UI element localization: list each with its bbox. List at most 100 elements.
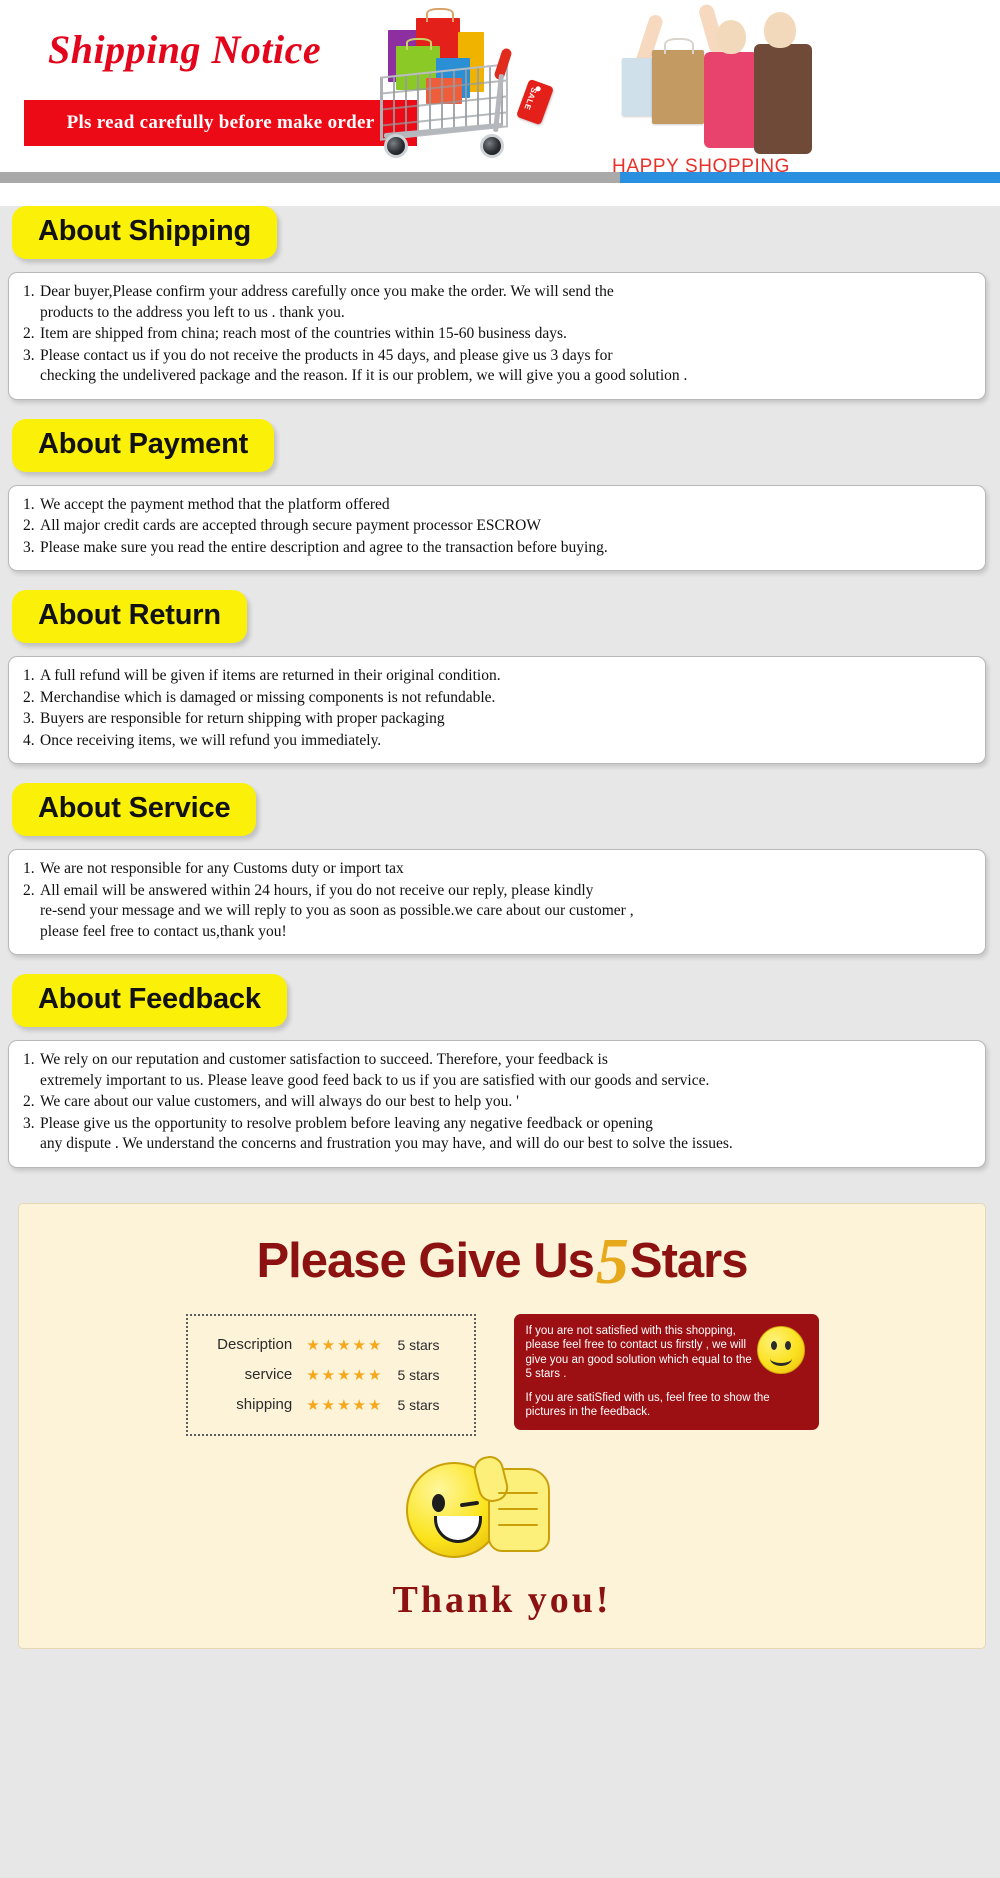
section-panel: 1. Dear buyer,Please confirm your address… [8, 272, 986, 400]
bag-handle-red [426, 8, 454, 22]
list-item: 2. All major credit cards are accepted th… [23, 516, 971, 537]
happy-shoppers-illustration [608, 0, 833, 172]
star-icons: ★★★★★ [306, 1366, 384, 1384]
face-mouth [434, 1515, 482, 1543]
list-item-number: 1. [23, 667, 35, 684]
section-about-service: About Service 1. We are not responsible fo… [0, 783, 1000, 974]
thumbs-up-smiley-illustration [392, 1452, 612, 1572]
rating-table: Description ★★★★★ 5 stars service ★★★★★ … [185, 1313, 476, 1436]
list-item: 2. All email will be answered within 24 h… [23, 881, 971, 943]
list-item-text: Please make sure you read the entire des… [40, 538, 608, 556]
list-item-number: 3. [23, 710, 35, 727]
smiley-face-icon [756, 1325, 805, 1374]
list-item-number: 2. [23, 325, 35, 342]
rating-row-shipping: shipping ★★★★★ 5 stars [200, 1390, 452, 1420]
list-item: 2. Item are shipped from china; reach mos… [23, 324, 971, 345]
page-header: Shipping Notice Pls read carefully befor… [0, 0, 1000, 206]
notice-banner: Pls read carefully before make order [24, 100, 417, 146]
list-item-number: 3. [23, 1114, 35, 1132]
cart-wheel-right [480, 134, 504, 158]
face-eye-open [432, 1493, 445, 1512]
list-item-number: 2. [23, 688, 35, 706]
paper-bag-handle [664, 38, 694, 54]
notice-banner-label: Pls read carefully before make order [66, 112, 375, 133]
rating-label: service [244, 1366, 293, 1383]
header-divider-gray [0, 172, 620, 183]
section-panel: 1. We rely on our reputation and customer… [8, 1040, 986, 1168]
list-item: 1. We are not responsible for any Customs… [23, 859, 971, 880]
headline-before: Please Give Us [256, 1233, 595, 1288]
list-item: 2. Merchandise which is damaged or missin… [23, 688, 971, 709]
cart-wheel-left [384, 134, 408, 158]
tip-text-satisfied: If you are satiSfied with us, feel free … [525, 1391, 770, 1419]
section-badge: About Payment [12, 418, 275, 472]
section-badge: About Return [12, 590, 247, 643]
headline-after: Stars [629, 1233, 749, 1288]
bag-handle-green [406, 38, 432, 50]
list-item: 3. Please give us the opportunity to reso… [23, 1114, 971, 1155]
section-badge: About Feedback [12, 974, 287, 1027]
tip-text-not-satisfied: If you are not satisfied with this shopp… [525, 1324, 752, 1381]
section-badge-label: About Service [38, 792, 231, 824]
list-item-text: Item are shipped from china; reach most … [40, 325, 567, 342]
list-item-number: 4. [23, 731, 35, 749]
headline-number-5: 5 [595, 1224, 629, 1298]
section-about-shipping: About Shipping 1. Dear buyer,Please confir… [0, 206, 1000, 419]
section-panel: 1. We accept the payment method that the … [8, 484, 986, 571]
list-item-number: 2. [23, 881, 35, 899]
thank-you-text: Thank you! [392, 1578, 612, 1621]
rating-label: shipping [236, 1396, 293, 1413]
list-item: 3. Please make sure you read the entire d… [23, 538, 971, 559]
rating-and-tip-row: Description ★★★★★ 5 stars service ★★★★★ … [19, 1313, 985, 1436]
section-badge-label: About Return [38, 599, 221, 631]
rating-label: Description [217, 1336, 293, 1353]
list-item-text: Merchandise which is damaged or missing … [40, 688, 496, 706]
header-divider-blue [620, 172, 1000, 183]
section-badge-label: About Feedback [38, 983, 261, 1015]
rating-value: 5 stars [397, 1336, 440, 1353]
list-item-number: 2. [23, 517, 35, 534]
list-item-number: 2. [23, 1093, 35, 1110]
list-item-text: We are not responsible for any Customs d… [40, 860, 404, 877]
rating-row-description: Description ★★★★★ 5 stars [200, 1330, 452, 1360]
list-item: 4. Once receiving items, we will refund y… [23, 731, 971, 752]
list-item-text: Once receiving items, we will refund you… [40, 731, 382, 749]
list-item-number: 1. [23, 860, 35, 877]
rating-value: 5 stars [397, 1366, 440, 1383]
list-item-number: 1. [23, 495, 35, 513]
list-item-text: Please contact us if you do not receive … [40, 346, 688, 385]
section-badge: About Service [12, 783, 257, 836]
shopper-head-left [716, 20, 746, 54]
list-item: 1. Dear buyer,Please confirm your address… [23, 282, 971, 323]
section-panel: 1. We are not responsible for any Customs… [8, 849, 986, 955]
list-item: 1. We accept the payment method that the … [23, 495, 971, 516]
list-item-text: We care about our value customers, and w… [40, 1093, 519, 1110]
section-panel: 1. A full refund will be given if items a… [8, 656, 986, 764]
section-badge-label: About Payment [38, 427, 249, 460]
section-badge-label: About Shipping [38, 215, 252, 247]
five-star-headline: Please Give Us5Stars [19, 1224, 985, 1300]
sale-tag [515, 78, 555, 126]
shopper-dress-brown [754, 44, 812, 154]
page-title: Shipping Notice [48, 27, 322, 72]
list-item: 3. Please contact us if you do not receiv… [23, 346, 971, 387]
list-item-text: All major credit cards are accepted thro… [40, 517, 541, 534]
shopping-cart-illustration [370, 8, 580, 173]
rating-row-service: service ★★★★★ 5 stars [200, 1360, 452, 1390]
section-about-return: About Return 1. A full refund will be give… [0, 590, 1000, 783]
thumbs-up-hand-icon [470, 1452, 550, 1552]
list-item-text: Dear buyer,Please confirm your address c… [40, 283, 614, 321]
list-item: 3. Buyers are responsible for return ship… [23, 709, 971, 730]
list-item-number: 1. [23, 283, 35, 300]
list-item: 1. We rely on our reputation and customer… [23, 1050, 971, 1091]
list-item-number: 3. [23, 538, 35, 556]
list-item-text: Please give us the opportunity to resolv… [40, 1114, 733, 1153]
rating-value: 5 stars [397, 1396, 440, 1413]
paper-bag-brown [652, 50, 704, 124]
star-icons: ★★★★★ [306, 1336, 384, 1354]
sections-container: About Shipping 1. Dear buyer,Please confir… [0, 206, 1000, 1187]
